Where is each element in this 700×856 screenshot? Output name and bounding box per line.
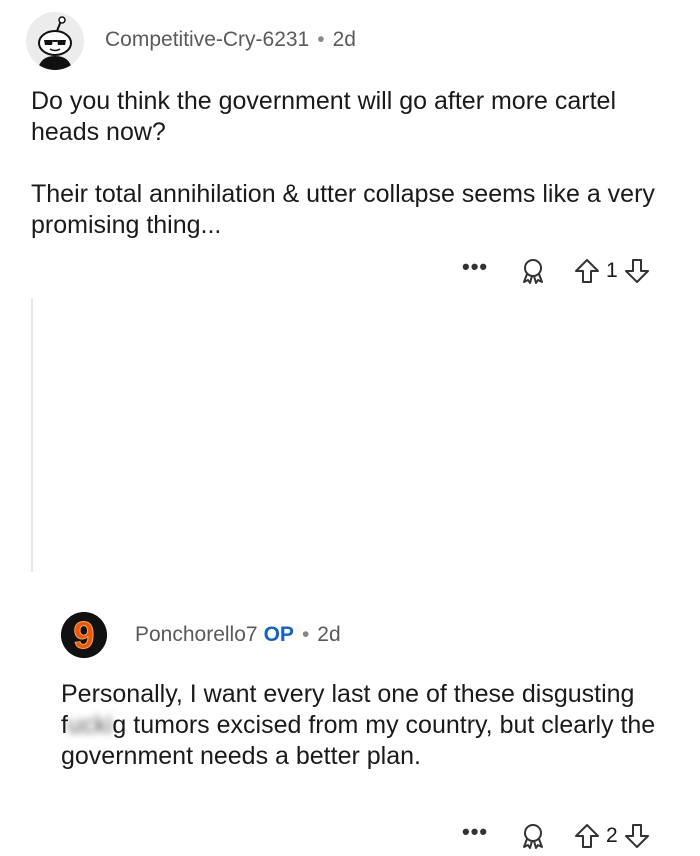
downvote-arrow-icon[interactable] <box>624 258 650 284</box>
comment: Competitive-Cry-6231 • 2d Do you think the… <box>0 0 700 290</box>
author-name[interactable]: Ponchorello7 <box>135 623 258 646</box>
reply-comment: 9 Ponchorello7 OP • 2d Personally, I want e… <box>0 290 700 849</box>
snoo-sunglasses-icon <box>26 12 84 70</box>
avatar-glyph: 9 <box>73 615 94 657</box>
upvote-arrow-icon[interactable] <box>574 823 600 849</box>
comment-actions: ••• 1 <box>462 256 650 286</box>
award-icon[interactable] <box>518 256 548 286</box>
more-options-button[interactable]: ••• <box>462 821 502 843</box>
vote-score: 2 <box>606 824 618 847</box>
more-options-button[interactable]: ••• <box>462 256 502 278</box>
vote-score: 1 <box>606 259 618 282</box>
user-avatar[interactable]: 9 <box>61 612 107 658</box>
comment-body: Personally, I want every last one of the… <box>61 679 681 772</box>
comment-paragraph: Their total annihilation & utter collaps… <box>31 180 655 239</box>
op-badge: OP <box>263 623 294 646</box>
comment-age: 2d <box>317 623 341 646</box>
separator-dot: • <box>317 28 325 51</box>
comment-paragraph: Personally, I want every last one of the… <box>61 679 681 772</box>
award-icon[interactable] <box>518 821 548 851</box>
comment-age: 2d <box>332 28 356 51</box>
comment-body: Do you think the government will go afte… <box>31 86 681 241</box>
body-text: g tumors excised from my country, but cl… <box>61 711 656 770</box>
downvote-arrow-icon[interactable] <box>624 823 650 849</box>
number-nine-avatar-icon: 9 <box>61 612 107 658</box>
author-name[interactable]: Competitive-Cry-6231 <box>105 28 309 51</box>
comment-meta: Competitive-Cry-6231 • 2d <box>105 28 356 52</box>
separator-dot: • <box>301 623 310 646</box>
comment-meta: Ponchorello7 OP • 2d <box>135 623 341 647</box>
comment-paragraph: Do you think the government will go afte… <box>31 87 616 146</box>
comment-actions: ••• 2 <box>462 821 650 851</box>
censored-text: ucki <box>67 711 113 739</box>
upvote-arrow-icon[interactable] <box>574 258 600 284</box>
user-avatar[interactable] <box>26 12 84 70</box>
